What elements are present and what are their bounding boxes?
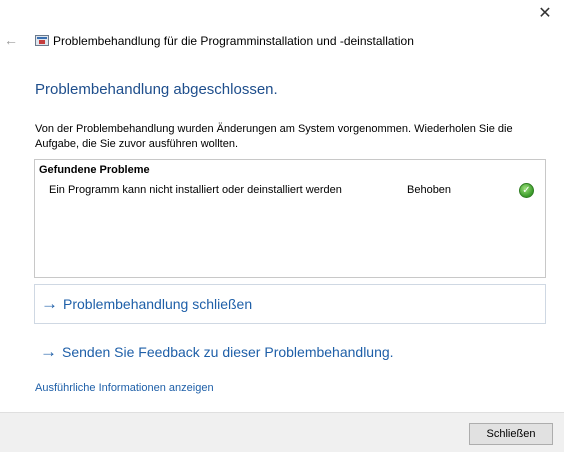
arrow-right-icon: → xyxy=(40,342,57,361)
close-troubleshooter-link[interactable]: → Problembehandlung schließen xyxy=(34,284,546,324)
problem-status: Behoben xyxy=(407,184,452,196)
problem-row: Ein Programm kann nicht installiert oder… xyxy=(35,183,545,202)
description-text: Von der Problembehandlung wurden Änderun… xyxy=(35,123,513,150)
page-title: Problembehandlung abgeschlossen. xyxy=(35,81,278,98)
troubleshooter-icon xyxy=(35,35,49,46)
footer-bar: Schließen xyxy=(0,412,564,452)
send-feedback-link[interactable]: → Senden Sie Feedback zu dieser Problemb… xyxy=(34,332,546,372)
show-details-link[interactable]: Ausführliche Informationen anzeigen xyxy=(35,382,214,394)
send-feedback-label: Senden Sie Feedback zu dieser Problembeh… xyxy=(62,344,394,360)
arrow-right-icon: → xyxy=(41,294,58,313)
green-check-icon: ✓ xyxy=(519,183,534,198)
close-troubleshooter-label: Problembehandlung schließen xyxy=(63,296,253,312)
problems-panel: Gefundene Probleme Ein Programm kann nic… xyxy=(34,159,546,278)
problems-header: Gefundene Probleme xyxy=(39,164,150,176)
problem-description: Ein Programm kann nicht installiert oder… xyxy=(49,184,342,196)
window-title: Problembehandlung für die Programminstal… xyxy=(53,34,414,48)
troubleshooter-window: ✕ ← Problembehandlung für die Programmin… xyxy=(0,0,564,452)
back-arrow-icon[interactable]: ← xyxy=(4,32,20,48)
close-icon[interactable]: ✕ xyxy=(530,0,560,26)
close-button[interactable]: Schließen xyxy=(469,423,553,445)
